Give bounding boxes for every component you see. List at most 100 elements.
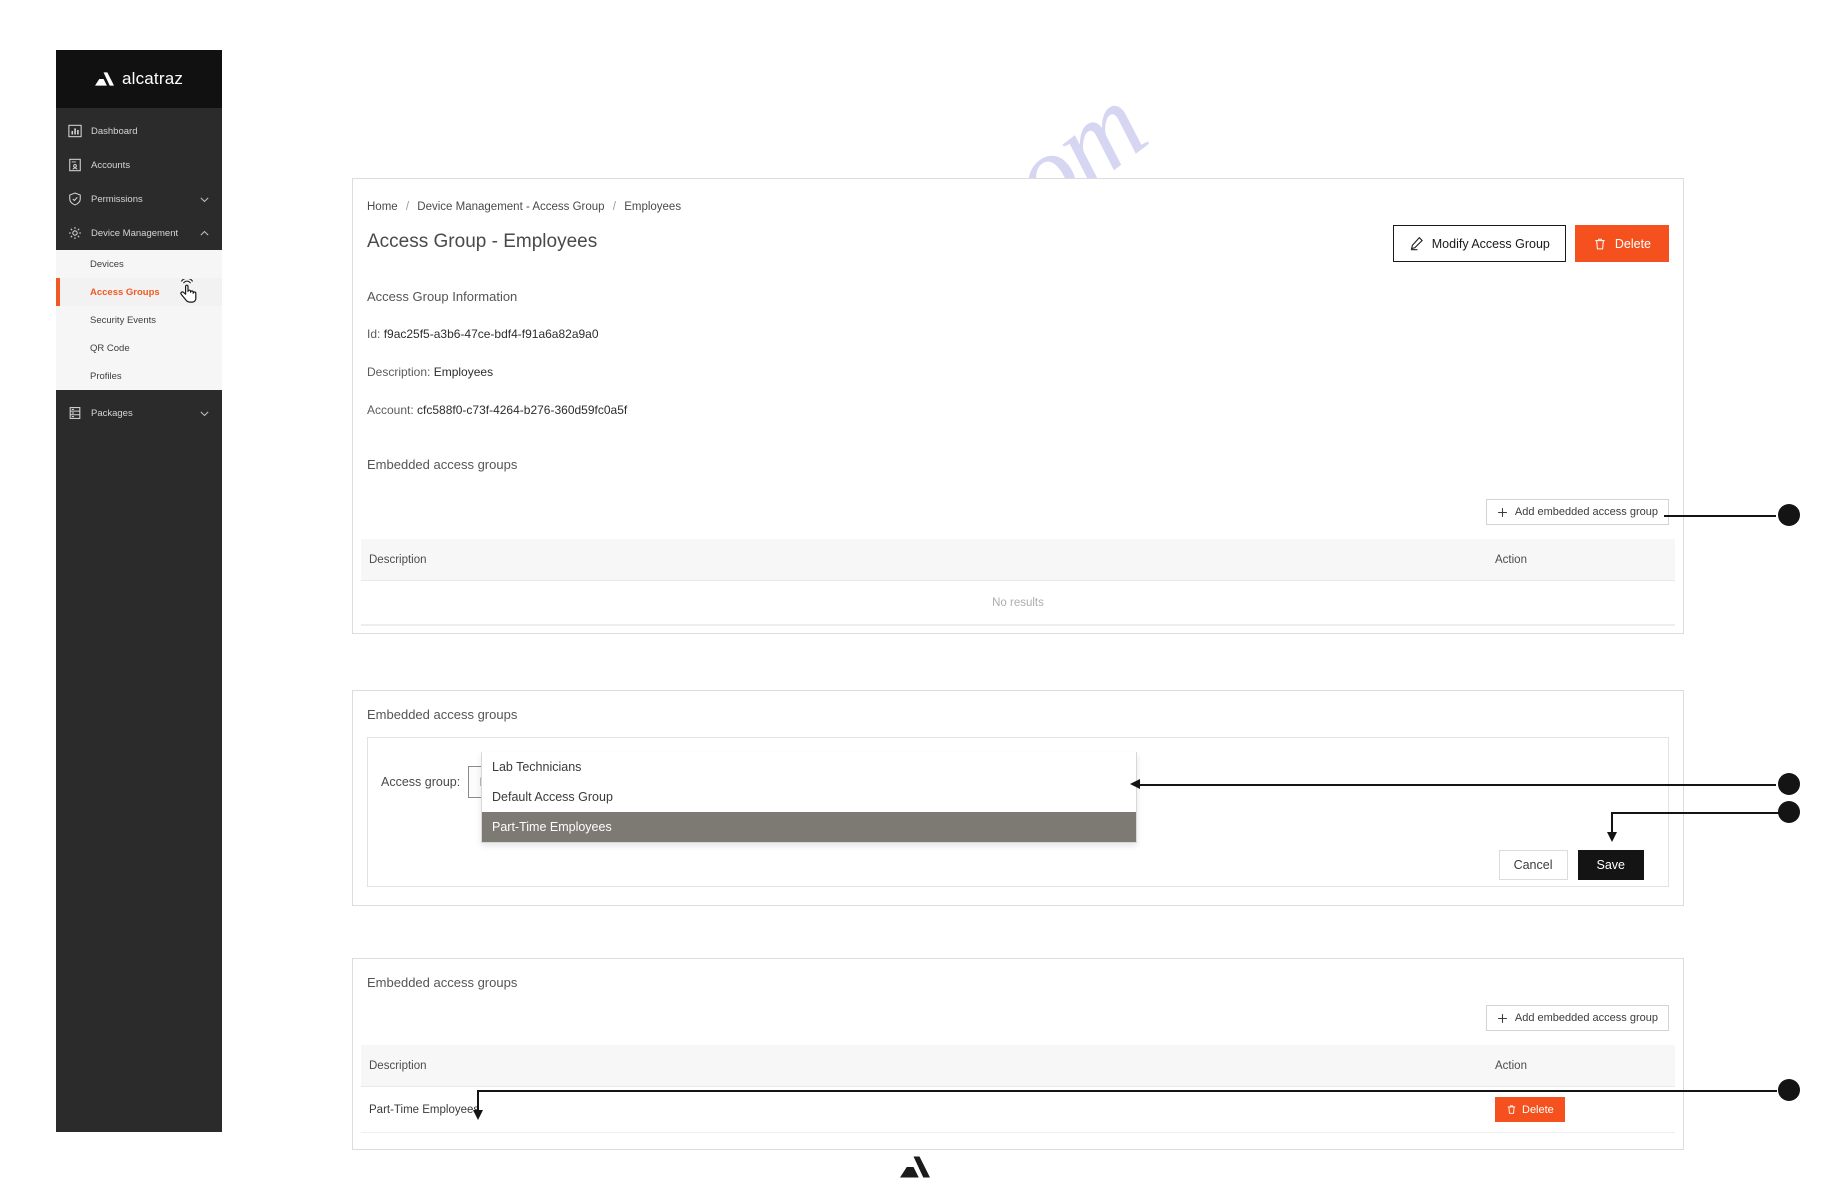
delete-access-group-button[interactable]: Delete — [1574, 225, 1669, 262]
table-cell-action: Delete — [1495, 1097, 1675, 1122]
callout-line-2 — [1140, 784, 1776, 786]
sidebar-item-label: Dashboard — [91, 125, 138, 137]
access-group-information-heading: Access Group Information — [367, 289, 518, 304]
sidebar-item-label: Device Management — [91, 227, 179, 239]
sidebar-item-device-management[interactable]: Device Management — [56, 216, 222, 250]
modify-access-group-label: Modify Access Group — [1431, 236, 1550, 251]
breadcrumb: Home / Device Management - Access Group … — [367, 201, 681, 213]
info-key-account: Account: — [367, 403, 414, 417]
breadcrumb-item-device-management[interactable]: Device Management - Access Group — [417, 201, 604, 213]
sidebar-item-profiles[interactable]: Profiles — [56, 362, 222, 390]
sidebar-subnav: Devices Access Groups Security Events QR… — [56, 250, 222, 390]
table-cell-description: Part-Time Employees — [369, 1103, 480, 1116]
brand-header[interactable]: alcatraz — [56, 50, 222, 108]
brand-name: alcatraz — [121, 69, 184, 88]
sidebar: alcatraz Dashboard Accounts Permissions … — [56, 50, 222, 1132]
page-title: Access Group - Employees — [367, 231, 598, 252]
header-actions: Modify Access Group Delete — [1392, 225, 1669, 262]
sidebar-item-security-events[interactable]: Security Events — [56, 306, 222, 334]
sidebar-subitem-label: Access Groups — [90, 286, 160, 298]
embedded-access-groups-result-card: Embedded access groups Add embedded acce… — [352, 958, 1684, 1150]
add-embedded-access-group-button[interactable]: Add embedded access group — [1485, 1005, 1669, 1031]
table-divider — [361, 625, 1675, 626]
info-row-account: Account: cfc588f0-c73f-4264-b276-360d59f… — [367, 403, 627, 417]
sidebar-item-dashboard[interactable]: Dashboard — [56, 114, 222, 148]
sidebar-subitem-label: Security Events — [90, 314, 156, 326]
table-column-description: Description — [369, 553, 427, 566]
embedded-access-groups-heading: Embedded access groups — [367, 457, 518, 472]
save-button[interactable]: Save — [1577, 850, 1644, 880]
callout-arrow-4 — [473, 1110, 483, 1120]
breadcrumb-item-current: Employees — [624, 201, 682, 213]
gear-icon — [69, 227, 81, 239]
dropdown-option-label: Default Access Group — [492, 790, 613, 804]
callout-dot-3 — [1778, 801, 1800, 823]
chevron-down-icon — [200, 410, 209, 416]
add-embedded-access-group-label: Add embedded access group — [1514, 506, 1658, 518]
table-empty-state: No results — [361, 581, 1675, 625]
sidebar-item-devices[interactable]: Devices — [56, 250, 222, 278]
dropdown-option-default-access-group[interactable]: Default Access Group — [482, 782, 1136, 812]
info-key-id: Id: — [367, 327, 381, 341]
callout-line-3 — [1611, 812, 1779, 814]
callout-dot-2 — [1778, 773, 1800, 795]
add-embedded-access-group-button[interactable]: Add embedded access group — [1485, 499, 1669, 525]
access-group-detail-card: Home / Device Management - Access Group … — [352, 178, 1684, 634]
page-root: manualshive.com alcatraz Dashboard — [0, 0, 1836, 1188]
breadcrumb-separator: / — [612, 201, 616, 213]
access-group-field-label: Access group: — [381, 775, 461, 789]
sidebar-item-label: Permissions — [91, 193, 143, 205]
delete-row-button[interactable]: Delete — [1495, 1097, 1565, 1122]
delete-row-label: Delete — [1522, 1103, 1554, 1116]
bottom-add-button-container: Add embedded access group — [1485, 1005, 1669, 1031]
sidebar-item-label: Accounts — [91, 159, 131, 171]
bottom-card-heading: Embedded access groups — [367, 975, 518, 990]
table-column-action: Action — [1495, 1059, 1527, 1072]
delete-access-group-label: Delete — [1614, 236, 1651, 251]
table-column-action: Action — [1495, 553, 1527, 566]
trash-icon — [1507, 1105, 1516, 1114]
table-header-row: Description Action — [361, 539, 1675, 581]
cancel-button[interactable]: Cancel — [1498, 850, 1568, 880]
info-value-account: cfc588f0-c73f-4264-b276-360d59fc0a5f — [417, 403, 628, 417]
footer-alcatraz-a-mark-icon — [900, 1156, 930, 1178]
callout-arrow-3 — [1607, 832, 1617, 842]
table-row: Part-Time Employees Delete — [361, 1087, 1675, 1133]
info-row-description: Description: Employees — [367, 365, 493, 379]
modify-access-group-button[interactable]: Modify Access Group — [1392, 225, 1566, 262]
chevron-up-icon — [200, 230, 209, 236]
sidebar-bottom-nav: Packages — [56, 390, 222, 430]
info-row-id: Id: f9ac25f5-a3b6-47ce-bdf4-f91a6a82a9a0 — [367, 327, 599, 341]
plus-icon — [1497, 1013, 1507, 1023]
sidebar-subitem-label: QR Code — [90, 342, 130, 354]
embedded-access-groups-table: Description Action Part-Time Employees D… — [361, 1045, 1675, 1133]
sidebar-item-access-groups[interactable]: Access Groups — [56, 278, 222, 306]
sidebar-item-qr-code[interactable]: QR Code — [56, 334, 222, 362]
chart-bar-icon — [68, 124, 82, 138]
breadcrumb-separator: / — [405, 201, 410, 213]
info-key-description: Description: — [367, 365, 431, 379]
pencil-icon — [1410, 236, 1423, 251]
info-value-description: Employees — [433, 365, 494, 379]
sidebar-subitem-label: Profiles — [90, 370, 122, 382]
dropdown-option-lab-technicians[interactable]: Lab Technicians — [482, 752, 1136, 782]
trash-icon — [1595, 238, 1605, 249]
account-card-icon — [69, 158, 81, 172]
sidebar-item-permissions[interactable]: Permissions — [56, 182, 222, 216]
save-button-label: Save — [1596, 858, 1626, 872]
sidebar-item-packages[interactable]: Packages — [56, 396, 222, 430]
mid-card-heading: Embedded access groups — [367, 707, 518, 722]
alcatraz-a-mark-icon — [94, 72, 114, 86]
sidebar-item-accounts[interactable]: Accounts — [56, 148, 222, 182]
tap-cursor-icon — [180, 279, 197, 303]
breadcrumb-item-home[interactable]: Home — [367, 201, 398, 213]
info-value-id: f9ac25f5-a3b6-47ce-bdf4-f91a6a82a9a0 — [383, 327, 599, 341]
callout-dot-4 — [1778, 1079, 1800, 1101]
form-actions: Cancel Save — [1498, 850, 1644, 880]
dropdown-option-part-time-employees[interactable]: Part-Time Employees — [482, 812, 1136, 842]
plus-icon — [1497, 507, 1507, 517]
callout-dot-1 — [1778, 504, 1800, 526]
cancel-button-label: Cancel — [1513, 858, 1553, 872]
embedded-access-groups-table: Description Action No results — [361, 539, 1675, 626]
callout-line-1 — [1664, 515, 1776, 517]
